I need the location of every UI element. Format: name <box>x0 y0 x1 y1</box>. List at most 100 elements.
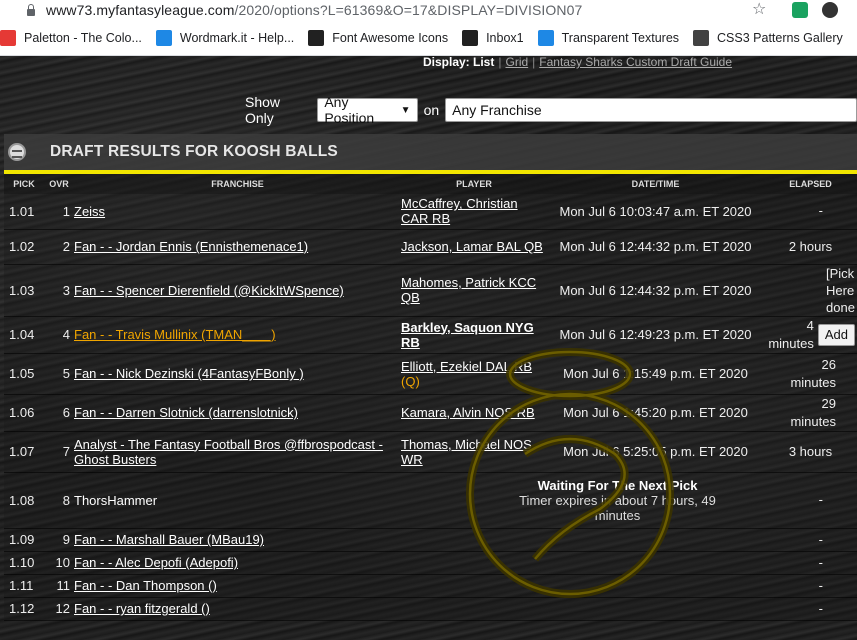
datetime-cell: Mon Jul 6 10:03:47 a.m. ET 2020 <box>547 194 764 230</box>
bookmark-label: Inbox1 <box>486 30 524 45</box>
elapsed-cell: 26 minutes <box>764 353 857 395</box>
bookmark-item[interactable]: Font Awesome Icons <box>308 29 449 46</box>
add-button[interactable]: Add <box>817 323 855 346</box>
table-row: 1.08 8 ThorsHammer Waiting For The Next Pic… <box>4 472 857 529</box>
franchise-link[interactable]: Fan - - ryan fitzgerald () <box>74 601 210 616</box>
extension-icon[interactable] <box>792 2 808 18</box>
franchise-link[interactable]: Fan - - Jordan Ennis (Ennisthemenace1) <box>74 239 308 254</box>
datetime-cell <box>547 551 764 575</box>
datetime-cell <box>547 528 764 552</box>
column-header: PICK <box>4 174 44 194</box>
datetime-cell: Mon Jul 6 12:44:32 p.m. ET 2020 <box>547 229 764 265</box>
pick-cell: 1.02 <box>4 229 44 265</box>
ovr-cell: 7 <box>44 431 74 473</box>
filter-bar: Show Only Any Position ▼ on Any Franchise <box>245 94 857 126</box>
pick-cell: 1.12 <box>4 597 44 621</box>
table-row: 1.04 4 Fan - - Travis Mullinix (TMAN____) B… <box>4 316 857 354</box>
display-mode-label: Display: List <box>423 56 495 69</box>
extension-icon[interactable] <box>822 2 838 18</box>
datetime-cell <box>547 597 764 621</box>
ovr-cell: 11 <box>44 574 74 598</box>
column-header: PLAYER <box>401 174 547 194</box>
display-options: Display: List | Grid | Fantasy Sharks Custom… <box>423 56 733 69</box>
url-host: www73.myfantasyleague.com <box>46 2 235 18</box>
player-link[interactable]: Mahomes, Patrick KCC QB <box>401 275 536 305</box>
player-link[interactable]: Barkley, Saquon NYG RB <box>401 320 534 350</box>
player-link[interactable]: Kamara, Alvin NOS RB <box>401 405 535 420</box>
table-row: 1.03 3 Fan - - Spencer Dierenfield (@KickI… <box>4 264 857 317</box>
pick-cell: 1.04 <box>4 316 44 354</box>
bookmark-item[interactable]: Transparent Textures <box>537 29 680 46</box>
elapsed-cell: - <box>764 194 857 230</box>
url-text[interactable]: www73.myfantasyleague.com/2020/options?L… <box>46 2 582 18</box>
table-row: 1.01 1 Zeiss McCaffrey, Christian CAR RB Mon… <box>4 194 857 230</box>
bookmark-label: Font Awesome Icons <box>332 30 449 45</box>
ovr-cell: 6 <box>44 394 74 432</box>
ovr-cell: 8 <box>44 472 74 529</box>
column-header: ELAPSED <box>764 174 857 194</box>
franchise-link[interactable]: Fan - - Spencer Dierenfield (@KickItWSpe… <box>74 283 344 298</box>
draft-guide-link[interactable]: Fantasy Sharks Custom Draft Guide <box>539 56 732 69</box>
franchise-select[interactable]: Any Franchise <box>445 98 857 122</box>
player-cell: Barkley, Saquon NYG RB <box>401 316 547 354</box>
bookmark-item[interactable]: Wordmark.it - Help... <box>155 29 295 46</box>
bookmark-item[interactable]: Inbox1 <box>462 29 524 46</box>
franchise-cell: Zeiss <box>74 194 401 230</box>
table-row: 1.10 10 Fan - - Alec Depofi (Adepofi) - <box>4 551 857 575</box>
pick-cell: 1.01 <box>4 194 44 230</box>
table-row: 1.06 6 Fan - - Darren Slotnick (darrenslot… <box>4 394 857 432</box>
lock-icon <box>26 4 36 16</box>
franchise-link[interactable]: Fan - - Dan Thompson () <box>74 578 217 593</box>
franchise-link[interactable]: Fan - - Marshall Bauer (MBau19) <box>74 532 264 547</box>
waiting-cell: Waiting For The Next Pick Timer expires i… <box>401 472 764 529</box>
bookmark-star-icon[interactable]: ☆ <box>752 0 766 20</box>
pick-cell: 1.11 <box>4 574 44 598</box>
franchise-link[interactable]: Fan - - Travis Mullinix (TMAN____) <box>74 327 276 342</box>
franchise-cell: Fan - - Alec Depofi (Adepofi) <box>74 551 401 575</box>
player-link[interactable]: Thomas, Michael NOS WR <box>401 437 532 467</box>
franchise-cell: ThorsHammer <box>74 472 401 529</box>
bookmark-label: Wordmark.it - Help... <box>179 30 295 45</box>
player-link[interactable]: Elliott, Ezekiel DAL RB <box>401 359 532 374</box>
position-select[interactable]: Any Position ▼ <box>317 94 418 126</box>
franchise-link[interactable]: Fan - - Alec Depofi (Adepofi) <box>74 555 238 570</box>
bookmark-favicon-icon <box>537 29 554 46</box>
browser-address-bar[interactable]: www73.myfantasyleague.com/2020/options?L… <box>0 0 857 20</box>
bookmark-label: Transparent Textures <box>561 30 680 45</box>
bookmark-item[interactable]: Paletton - The Colo... <box>0 29 142 46</box>
grid-view-link[interactable]: Grid <box>505 56 528 69</box>
table-row: 1.07 7 Analyst - The Fantasy Football Bros… <box>4 431 857 473</box>
table-row: 1.09 9 Fan - - Marshall Bauer (MBau19) - <box>4 528 857 552</box>
ovr-cell: 5 <box>44 353 74 395</box>
datetime-cell: Mon Jul 6 5:25:05 p.m. ET 2020 <box>547 431 764 473</box>
page-content: Display: List | Grid | Fantasy Sharks Custom… <box>0 56 857 640</box>
player-cell <box>401 597 547 621</box>
table-row: 1.02 2 Fan - - Jordan Ennis (Ennisthemenac… <box>4 229 857 265</box>
pick-cell: 1.10 <box>4 551 44 575</box>
elapsed-cell: 29 minutes <box>764 394 857 432</box>
ovr-cell: 2 <box>44 229 74 265</box>
franchise-link[interactable]: Fan - - Nick Dezinski (4FantasyFBonly ) <box>74 366 304 381</box>
franchise-cell: Fan - - Travis Mullinix (TMAN____) <box>74 316 401 354</box>
franchise-link[interactable]: ThorsHammer <box>74 493 157 508</box>
ovr-cell: 4 <box>44 316 74 354</box>
column-header: FRANCHISE <box>74 174 401 194</box>
player-cell <box>401 574 547 598</box>
franchise-link[interactable]: Fan - - Darren Slotnick (darrenslotnick) <box>74 405 298 420</box>
bookmark-label: Paletton - The Colo... <box>24 30 142 45</box>
player-link[interactable]: McCaffrey, Christian CAR RB <box>401 196 518 226</box>
pick-cell: 1.05 <box>4 353 44 395</box>
waiting-title: Waiting For The Next Pick <box>537 477 698 493</box>
franchise-link[interactable]: Zeiss <box>74 204 105 219</box>
panel-title: DRAFT RESULTS FOR KOOSH BALLS <box>50 143 338 160</box>
elapsed-cell: 2 hours <box>764 229 857 265</box>
on-label: on <box>423 102 440 118</box>
draft-results-table: PICK OVR FRANCHISE PLAYER DATE/TIME ELAPSED 1… <box>4 174 857 621</box>
elapsed-text: [Pick Here done <box>826 265 855 315</box>
player-link[interactable]: Jackson, Lamar BAL QB <box>401 239 543 254</box>
franchise-link[interactable]: Analyst - The Fantasy Football Bros @ffb… <box>74 437 383 467</box>
elapsed-cell: - <box>764 528 857 552</box>
player-cell: Elliott, Ezekiel DAL RB (Q) <box>401 353 547 395</box>
bookmark-label: CSS3 Patterns Gallery <box>717 30 843 45</box>
bookmark-item[interactable]: CSS3 Patterns Gallery <box>693 29 843 46</box>
